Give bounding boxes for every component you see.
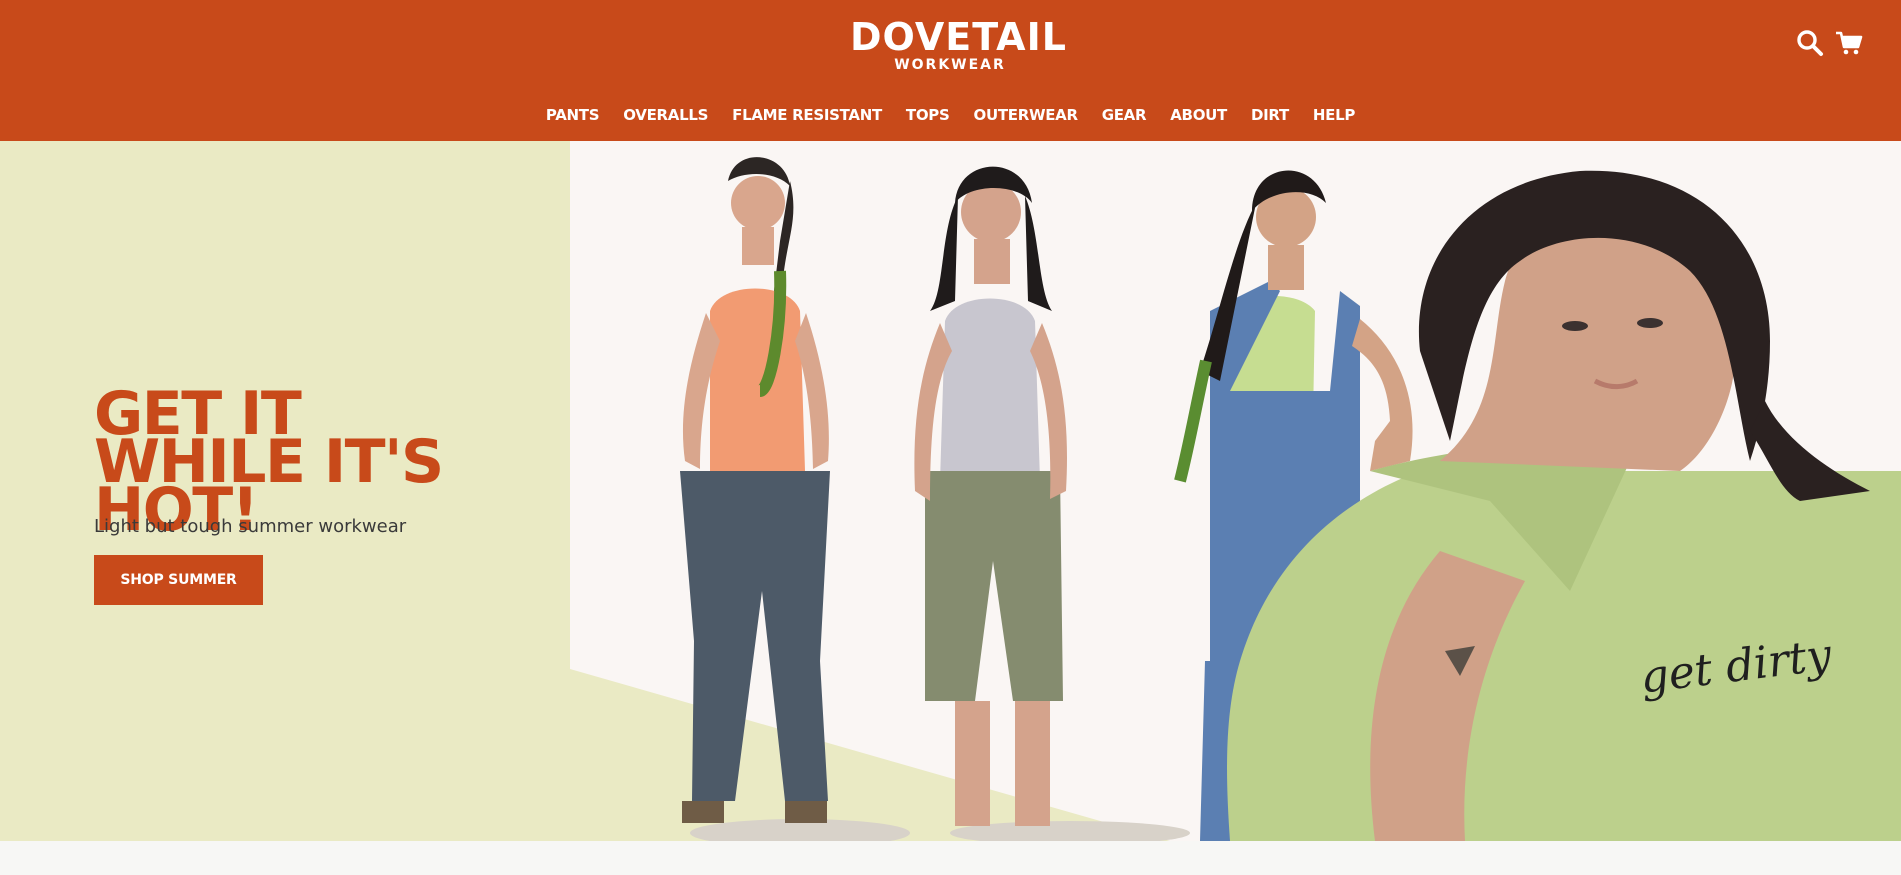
nav-item-pants[interactable]: PANTS (534, 104, 611, 126)
logo-wordmark: DOVETAIL (850, 15, 1067, 59)
nav-item-help[interactable]: HELP (1301, 104, 1367, 126)
hero-title: GET IT WHILE IT'S HOT! (94, 379, 444, 545)
dovetail-logo[interactable]: DOVETAIL WORKWEAR (850, 15, 1067, 73)
hero-subtitle: Light but tough summer workwear (94, 516, 407, 537)
main-nav: PANTS OVERALLS FLAME RESISTANT TOPS OUTE… (0, 104, 1901, 126)
search-icon[interactable] (1795, 28, 1825, 58)
logo-subtitle: WORKWEAR (894, 57, 1006, 73)
nav-item-overalls[interactable]: OVERALLS (611, 104, 720, 126)
shop-summer-button[interactable]: SHOP SUMMER (94, 555, 263, 605)
nav-item-tops[interactable]: TOPS (894, 104, 962, 126)
nav-item-about[interactable]: ABOUT (1158, 104, 1239, 126)
site-header: DOVETAIL WORKWEAR PANTS OVERALLS FLAME R… (0, 0, 1901, 141)
hero-models-photo (570, 157, 1901, 841)
nav-item-gear[interactable]: GEAR (1090, 104, 1159, 126)
model-2 (914, 166, 1067, 826)
nav-item-dirt[interactable]: DIRT (1239, 104, 1301, 126)
hero-image: get dirty (570, 141, 1901, 841)
cart-icon[interactable] (1834, 28, 1864, 58)
next-section-strip (0, 841, 1901, 875)
nav-item-flame-resistant[interactable]: FLAME RESISTANT (720, 104, 894, 126)
nav-item-outerwear[interactable]: OUTERWEAR (962, 104, 1090, 126)
